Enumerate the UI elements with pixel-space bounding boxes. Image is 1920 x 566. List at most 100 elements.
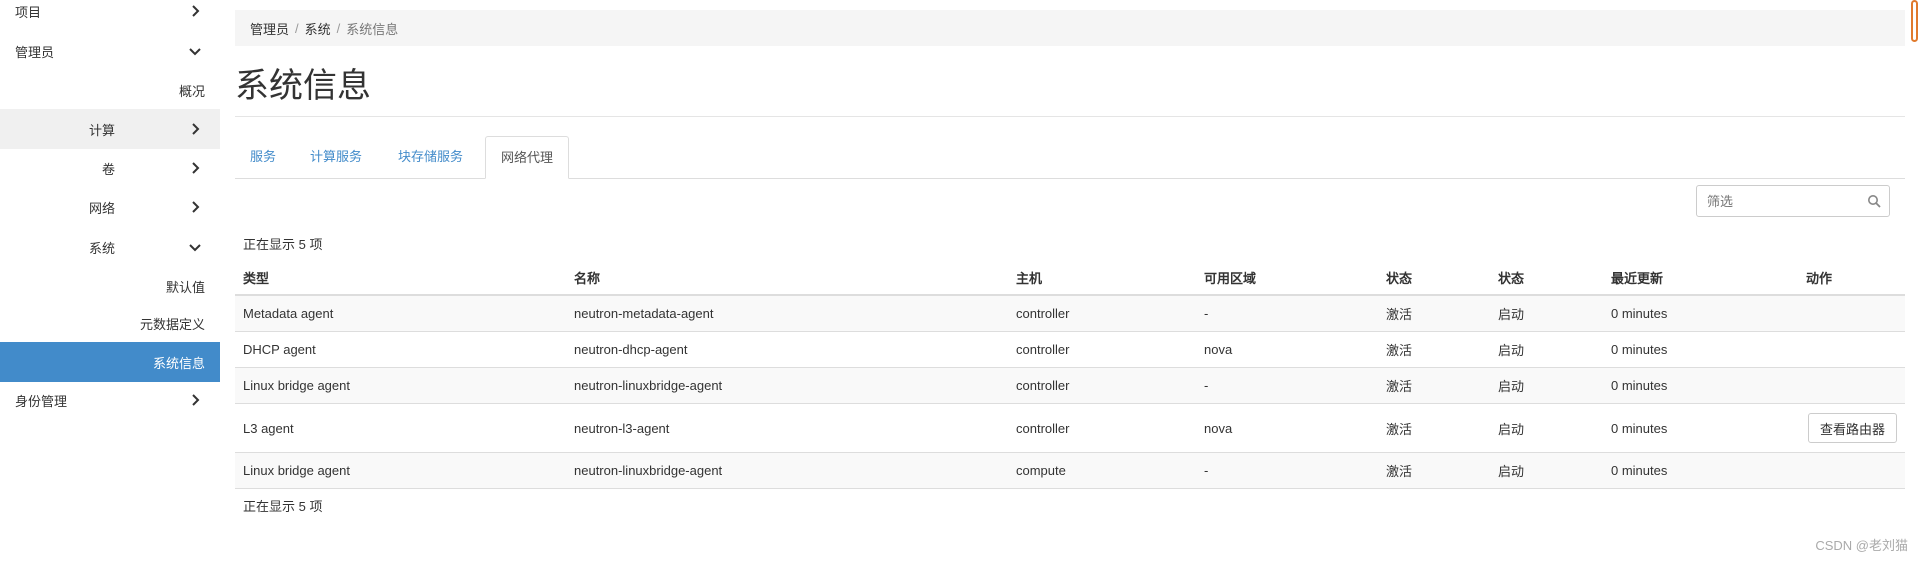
column-header-host[interactable]: 主机 xyxy=(1008,260,1196,296)
sidebar-item-admin[interactable]: 管理员 xyxy=(0,31,220,71)
main-content: 管理员 / 系统 / 系统信息 系统信息 服务 计算服务 块存储服务 网络代理 … xyxy=(235,0,1905,566)
cell-status: 激活 xyxy=(1378,452,1490,489)
cell-status: 激活 xyxy=(1378,331,1490,368)
chevron-down-icon xyxy=(189,48,201,56)
cell-updated: 0 minutes xyxy=(1603,367,1798,404)
sidebar: 项目 管理员 概况 计算 卷 网络 系统 默认值 元数据定义 系统信息 身份管理 xyxy=(0,0,220,566)
cell-zone: - xyxy=(1196,452,1378,489)
sidebar-item-compute[interactable]: 计算 xyxy=(0,109,220,149)
cell-actions: 查看路由器 xyxy=(1798,403,1905,453)
agents-table: 类型 名称 主机 可用区域 状态 状态 最近更新 动作 Metadata age… xyxy=(235,260,1905,489)
tab-bar: 服务 计算服务 块存储服务 网络代理 xyxy=(235,136,1905,179)
sidebar-item-label: 身份管理 xyxy=(15,393,68,409)
cell-type: DHCP agent xyxy=(235,331,566,368)
filter-input[interactable] xyxy=(1697,186,1877,216)
sidebar-item-project[interactable]: 项目 xyxy=(0,0,220,31)
sidebar-item-metadata-definitions[interactable]: 元数据定义 xyxy=(0,303,220,343)
cell-updated: 0 minutes xyxy=(1603,331,1798,368)
cell-state: 启动 xyxy=(1490,331,1603,368)
chevron-right-icon xyxy=(192,394,200,406)
table-row: DHCP agent neutron-dhcp-agent controller… xyxy=(235,331,1905,368)
cell-name: neutron-metadata-agent xyxy=(566,294,1008,332)
cell-actions xyxy=(1798,331,1905,368)
view-routers-button[interactable]: 查看路由器 xyxy=(1807,413,1897,443)
scrollbar-thumb[interactable] xyxy=(1911,0,1918,42)
cell-state: 启动 xyxy=(1490,367,1603,404)
cell-type: Metadata agent xyxy=(235,294,566,332)
cell-host: controller xyxy=(1008,403,1196,453)
chevron-right-icon xyxy=(192,5,200,17)
tab-compute-services[interactable]: 计算服务 xyxy=(295,136,377,178)
cell-name: neutron-linuxbridge-agent xyxy=(566,367,1008,404)
sidebar-item-label: 系统 xyxy=(88,240,115,256)
tab-network-agents[interactable]: 网络代理 xyxy=(485,136,570,179)
cell-status: 激活 xyxy=(1378,367,1490,404)
search-icon[interactable] xyxy=(1867,194,1881,208)
cell-state: 启动 xyxy=(1490,294,1603,332)
sidebar-item-label: 网络 xyxy=(88,200,115,216)
breadcrumb: 管理员 / 系统 / 系统信息 xyxy=(235,10,1905,46)
cell-zone: - xyxy=(1196,294,1378,332)
cell-zone: nova xyxy=(1196,403,1378,453)
cell-name: neutron-dhcp-agent xyxy=(566,331,1008,368)
cell-updated: 0 minutes xyxy=(1603,452,1798,489)
tab-services[interactable]: 服务 xyxy=(235,136,291,178)
sidebar-item-label: 概况 xyxy=(178,83,205,99)
cell-updated: 0 minutes xyxy=(1603,294,1798,332)
cell-host: compute xyxy=(1008,452,1196,489)
breadcrumb-item-system[interactable]: 系统 xyxy=(305,19,331,38)
sidebar-item-system-info[interactable]: 系统信息 xyxy=(0,342,220,382)
sidebar-item-label: 计算 xyxy=(88,122,115,138)
column-header-last-updated[interactable]: 最近更新 xyxy=(1603,260,1798,296)
sidebar-item-identity[interactable]: 身份管理 xyxy=(0,380,220,420)
sidebar-item-label: 管理员 xyxy=(15,44,55,60)
sidebar-item-network[interactable]: 网络 xyxy=(0,187,220,227)
cell-name: neutron-l3-agent xyxy=(566,403,1008,453)
tab-block-storage-services[interactable]: 块存储服务 xyxy=(383,136,478,178)
column-header-availability-zone[interactable]: 可用区域 xyxy=(1196,260,1378,296)
footer-watermark: CSDN @老刘猫 xyxy=(1815,538,1908,553)
cell-host: controller xyxy=(1008,294,1196,332)
cell-actions xyxy=(1798,294,1905,332)
page-title: 系统信息 xyxy=(235,67,371,105)
cell-host: controller xyxy=(1008,367,1196,404)
sidebar-item-overview[interactable]: 概况 xyxy=(0,70,220,110)
chevron-right-icon xyxy=(192,162,200,174)
cell-name: neutron-linuxbridge-agent xyxy=(566,452,1008,489)
breadcrumb-separator: / xyxy=(336,20,341,36)
cell-state: 启动 xyxy=(1490,452,1603,489)
table-row: Linux bridge agent neutron-linuxbridge-a… xyxy=(235,367,1905,404)
column-header-status[interactable]: 状态 xyxy=(1378,260,1490,296)
column-header-name[interactable]: 名称 xyxy=(566,260,1008,296)
cell-actions xyxy=(1798,452,1905,489)
sidebar-item-label: 系统信息 xyxy=(152,355,205,371)
cell-zone: nova xyxy=(1196,331,1378,368)
page: 项目 管理员 概况 计算 卷 网络 系统 默认值 元数据定义 系统信息 身份管理… xyxy=(0,0,1920,566)
breadcrumb-item-current: 系统信息 xyxy=(346,21,399,37)
cell-status: 激活 xyxy=(1378,403,1490,453)
cell-status: 激活 xyxy=(1378,294,1490,332)
breadcrumb-item-admin[interactable]: 管理员 xyxy=(250,19,289,38)
table-row: Metadata agent neutron-metadata-agent co… xyxy=(235,294,1905,332)
sidebar-item-system[interactable]: 系统 xyxy=(0,227,220,267)
column-header-type[interactable]: 类型 xyxy=(235,260,566,296)
table-row: Linux bridge agent neutron-linuxbridge-a… xyxy=(235,452,1905,489)
cell-type: L3 agent xyxy=(235,403,566,453)
item-count-bottom: 正在显示 5 项 xyxy=(243,499,323,514)
chevron-down-icon xyxy=(189,244,201,252)
cell-type: Linux bridge agent xyxy=(235,367,566,404)
cell-type: Linux bridge agent xyxy=(235,452,566,489)
sidebar-item-label: 卷 xyxy=(101,161,115,177)
cell-zone: - xyxy=(1196,367,1378,404)
sidebar-item-defaults[interactable]: 默认值 xyxy=(0,266,220,306)
cell-state: 启动 xyxy=(1490,403,1603,453)
column-header-actions: 动作 xyxy=(1798,260,1905,296)
sidebar-item-volume[interactable]: 卷 xyxy=(0,148,220,188)
filter-box xyxy=(1696,185,1890,217)
breadcrumb-separator: / xyxy=(295,20,299,36)
column-header-state[interactable]: 状态 xyxy=(1490,260,1603,296)
sidebar-item-label: 项目 xyxy=(15,4,42,20)
cell-actions xyxy=(1798,367,1905,404)
title-divider xyxy=(235,116,1905,117)
item-count-top: 正在显示 5 项 xyxy=(243,237,323,252)
